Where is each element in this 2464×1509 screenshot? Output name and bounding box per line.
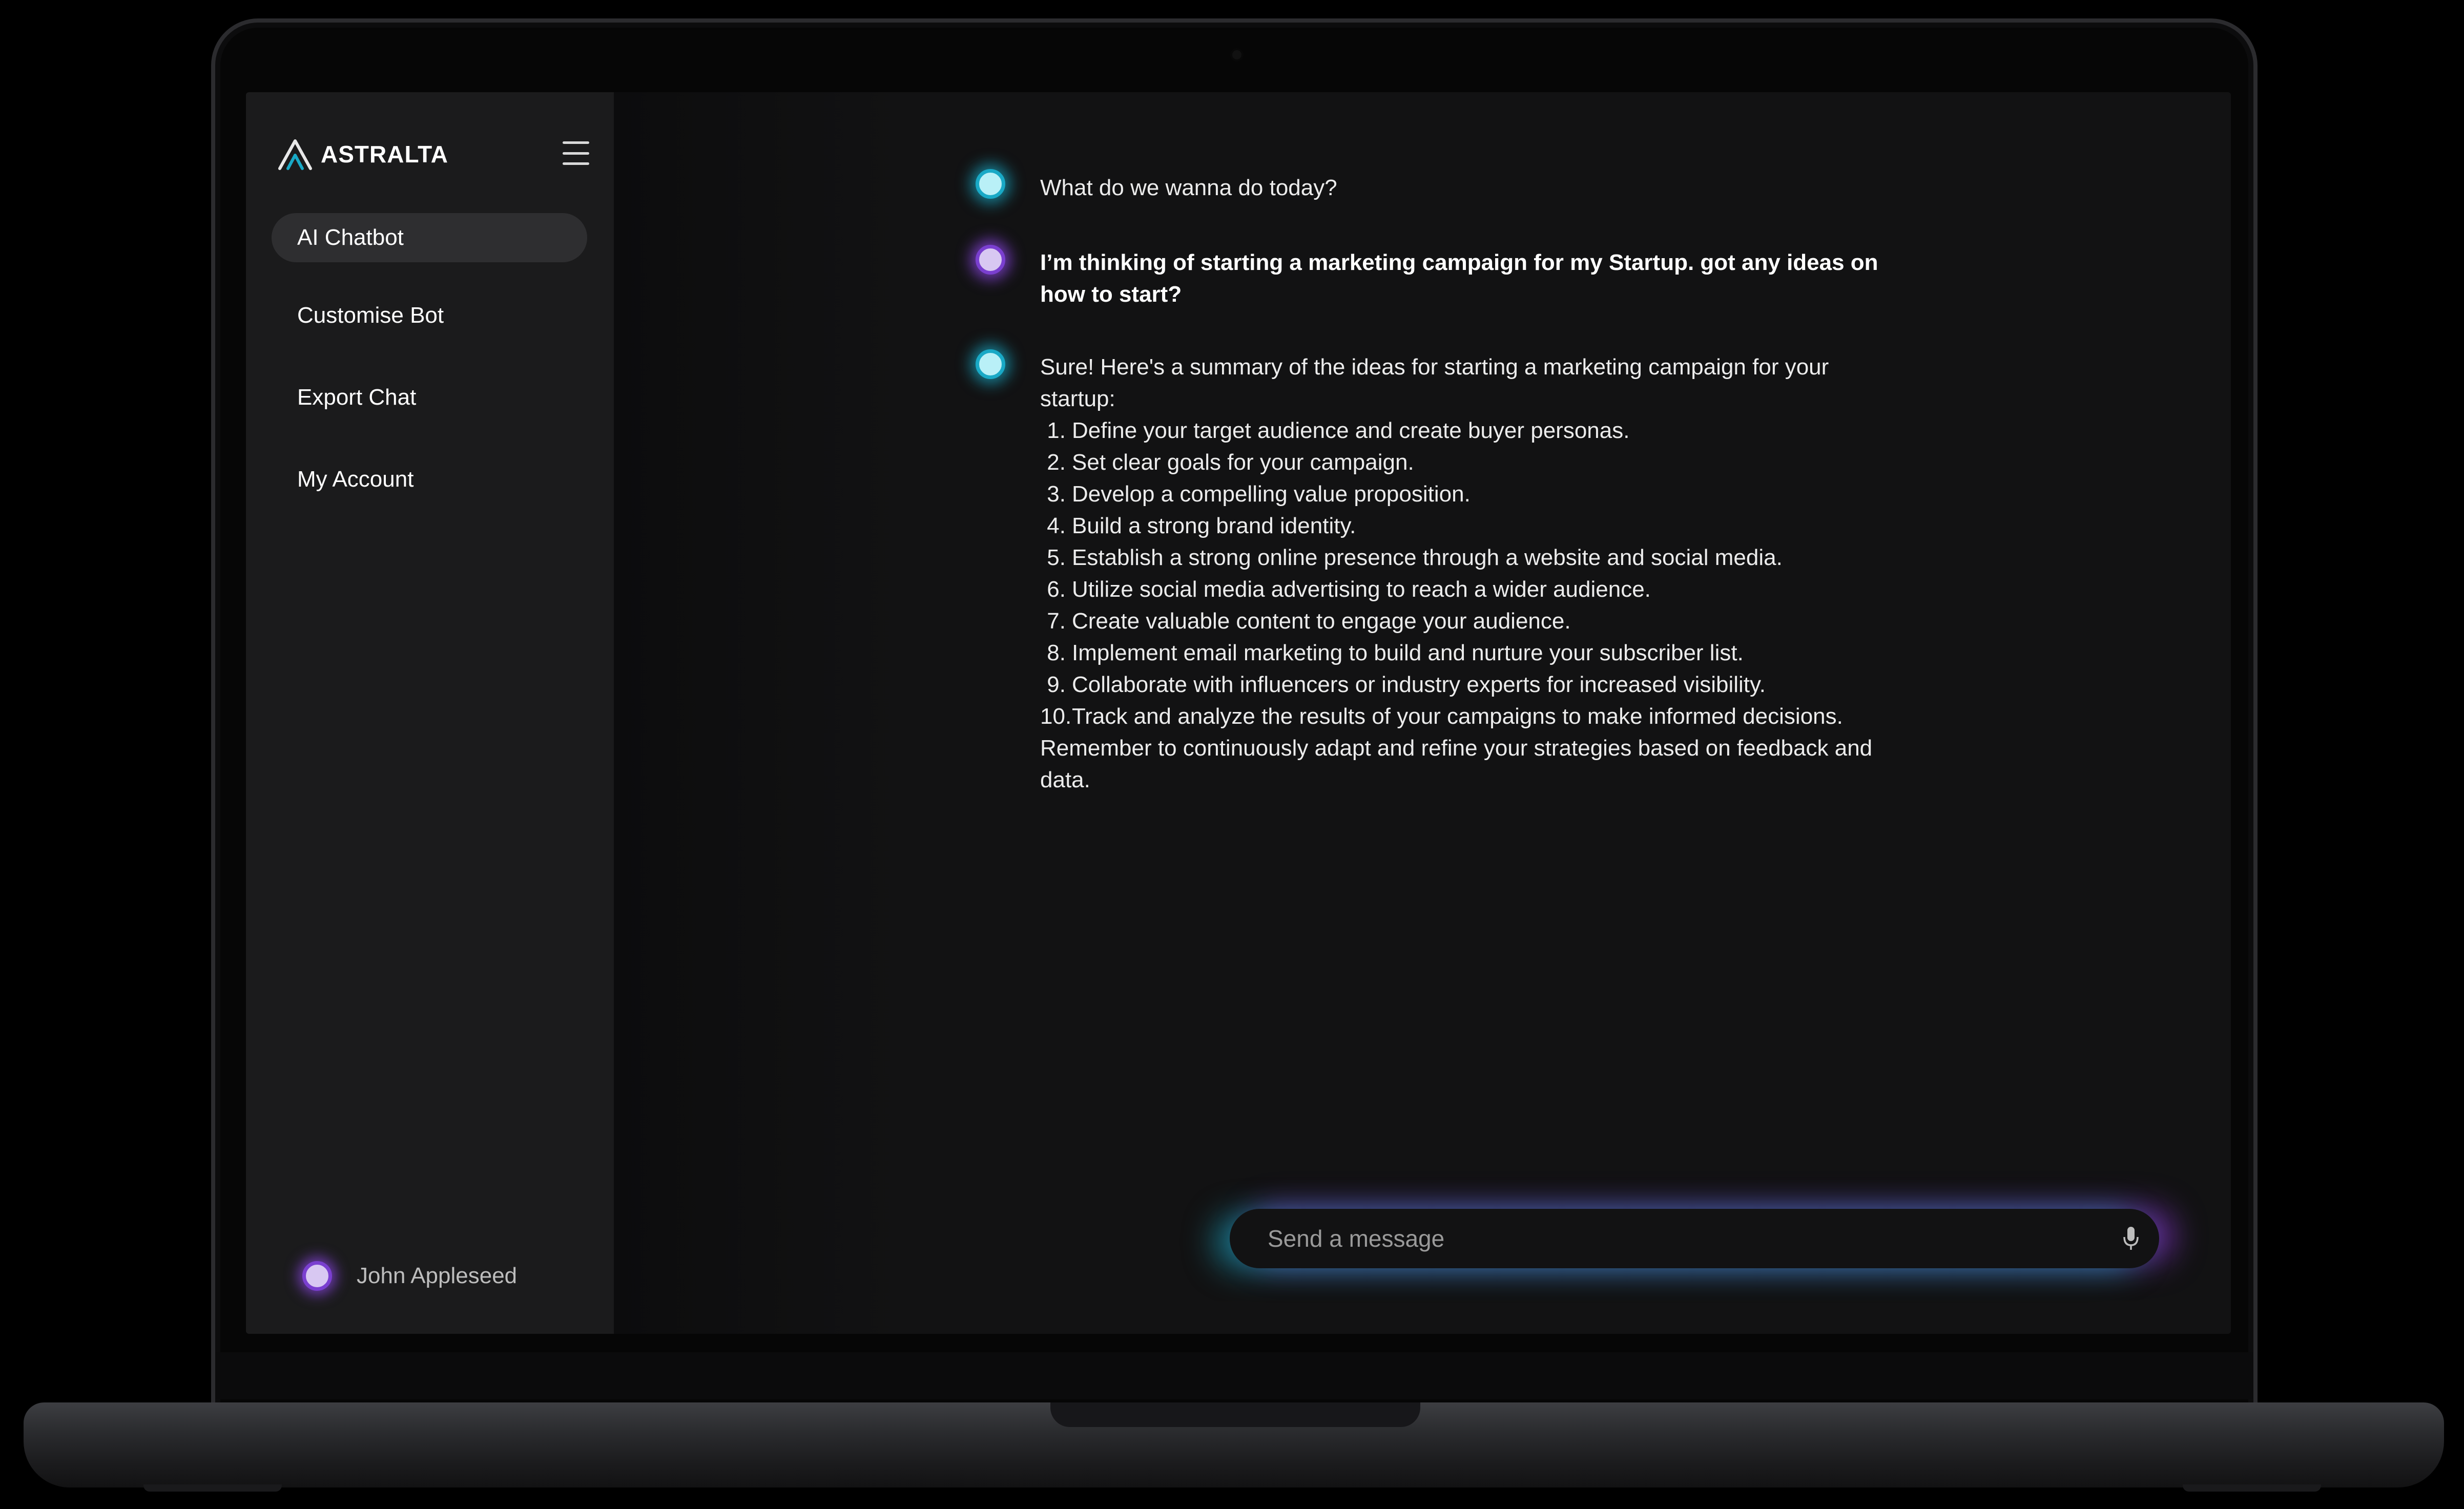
- bot-message: What do we wanna do today?: [1040, 175, 1337, 200]
- laptop-foot: [143, 1484, 282, 1492]
- list-item: 5. Establish a strong online presence thr…: [1047, 545, 1783, 570]
- app-window: ASTRALTA AI Chatbot Customise Bot Export…: [246, 92, 2231, 1334]
- hamburger-menu-icon[interactable]: [563, 141, 589, 165]
- user-avatar: [976, 245, 1005, 275]
- user-name: John Appleseed: [357, 1263, 517, 1288]
- laptop-bezel-chin: [215, 1352, 2253, 1399]
- user-profile[interactable]: John Appleseed: [302, 1261, 517, 1291]
- sidebar-item-export-chat[interactable]: Export Chat: [272, 373, 587, 422]
- sidebar-item-my-account[interactable]: My Account: [272, 455, 587, 504]
- microphone-icon-glyph: [2123, 1227, 2139, 1250]
- list-item: 6. Utilize social media advertising to re…: [1047, 577, 1651, 602]
- bot-message-outro: Remember to continuously adapt and refin…: [1040, 736, 1873, 792]
- microphone-icon[interactable]: [2103, 1209, 2159, 1268]
- sidebar-item-label: AI Chatbot: [297, 225, 404, 250]
- list-item: 9. Collaborate with influencers or indust…: [1047, 672, 1766, 697]
- sidebar-item-customise-bot[interactable]: Customise Bot: [272, 291, 587, 340]
- laptop-foot: [2183, 1484, 2321, 1492]
- bot-message-intro: Sure! Here's a summary of the ideas for …: [1040, 354, 1829, 411]
- user-message: I’m thinking of starting a marketing cam…: [1040, 250, 1878, 307]
- avatar: [302, 1261, 332, 1291]
- brand-name: ASTRALTA: [321, 141, 449, 167]
- sidebar-item-label: Export Chat: [297, 385, 417, 410]
- list-item: 2. Set clear goals for your campaign.: [1047, 450, 1414, 475]
- sidebar-item-label: Customise Bot: [297, 303, 444, 328]
- laptop-hinge-notch: [1050, 1402, 1420, 1427]
- list-item: 7. Create valuable content to engage your…: [1047, 609, 1571, 634]
- list-item: 10. Track and analyze the results of your…: [1040, 704, 1843, 729]
- bot-avatar: [976, 349, 1005, 379]
- brand[interactable]: ASTRALTA: [277, 136, 448, 172]
- message-input[interactable]: [1230, 1209, 2103, 1268]
- message-composer: [1230, 1209, 2159, 1268]
- list-item: 3. Develop a compelling value proposition…: [1047, 481, 1471, 507]
- sidebar-item-ai-chatbot[interactable]: AI Chatbot: [272, 213, 587, 262]
- list-item: 4. Build a strong brand identity.: [1047, 513, 1356, 538]
- astralta-logo-icon: [278, 139, 312, 170]
- sidebar-item-label: My Account: [297, 467, 414, 492]
- list-item: 1. Define your target audience and create…: [1047, 418, 1630, 443]
- sidebar: ASTRALTA AI Chatbot Customise Bot Export…: [246, 92, 614, 1334]
- idea-list: 1. Define your target audience and create…: [1040, 415, 1906, 732]
- bot-avatar: [976, 169, 1005, 199]
- list-item: 8. Implement email marketing to build and…: [1047, 640, 1744, 665]
- laptop-mockup: ASTRALTA AI Chatbot Customise Bot Export…: [0, 0, 2464, 1509]
- bot-message: Sure! Here's a summary of the ideas for …: [1040, 351, 1906, 796]
- chat-area: What do we wanna do today? I’m thinking …: [614, 92, 2231, 1334]
- camera: [1232, 50, 1241, 59]
